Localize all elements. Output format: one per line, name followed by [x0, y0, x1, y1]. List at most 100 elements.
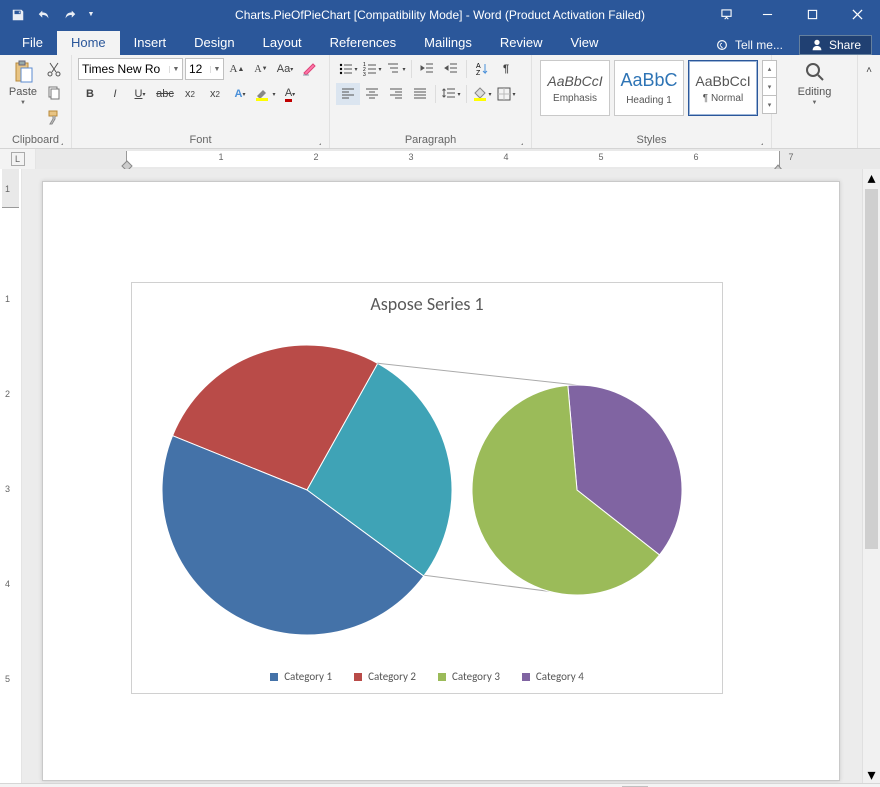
group-label-styles: Styles: [637, 134, 667, 146]
document-area[interactable]: Aspose Series 1 Category 1Category 2Cate…: [22, 169, 862, 783]
tab-selector-icon[interactable]: L: [11, 152, 25, 166]
close-icon[interactable]: [835, 0, 880, 29]
style-normal[interactable]: AaBbCcI ¶ Normal: [688, 60, 758, 116]
chevron-down-icon[interactable]: ▼: [210, 66, 223, 73]
style-emphasis[interactable]: AaBbCcI Emphasis: [540, 60, 610, 116]
undo-icon[interactable]: [32, 3, 56, 27]
paste-button[interactable]: Paste ▼: [6, 58, 40, 106]
group-label-paragraph: Paragraph: [405, 134, 456, 146]
line-spacing-icon[interactable]: ▾: [439, 83, 463, 105]
styles-dialog-launcher[interactable]: [754, 137, 764, 147]
qat-customize-icon[interactable]: ▼: [84, 3, 98, 27]
style-label: ¶ Normal: [703, 93, 743, 104]
legend-swatch: [438, 673, 446, 681]
tab-layout[interactable]: Layout: [249, 31, 316, 55]
window-controls: [707, 0, 880, 29]
tab-mailings[interactable]: Mailings: [410, 31, 486, 55]
strikethrough-icon[interactable]: abc: [153, 83, 177, 105]
collapse-ribbon-icon[interactable]: ˄: [858, 59, 880, 81]
style-preview: AaBbCcI: [547, 73, 602, 89]
ruler-vertical[interactable]: 1 1 2 3 4 5: [0, 169, 22, 783]
redo-icon[interactable]: [58, 3, 82, 27]
svg-text:3: 3: [363, 72, 366, 77]
bullets-icon[interactable]: ▾: [336, 58, 360, 80]
ruler-tick: 3: [408, 152, 413, 162]
group-label-clipboard: Clipboard: [12, 134, 59, 146]
group-editing: Editing ▼: [772, 55, 858, 148]
chart[interactable]: Aspose Series 1 Category 1Category 2Cate…: [131, 282, 723, 694]
font-size-combo[interactable]: ▼: [185, 58, 224, 80]
style-heading1[interactable]: AaBbC Heading 1: [614, 60, 684, 116]
status-bar: Page 1 of 1 0 words English (United Stat…: [0, 783, 880, 787]
superscript-icon[interactable]: x2: [203, 83, 227, 105]
format-painter-icon[interactable]: [43, 106, 65, 128]
font-family-input[interactable]: [79, 59, 169, 79]
clipboard-dialog-launcher[interactable]: [54, 137, 64, 147]
page: Aspose Series 1 Category 1Category 2Cate…: [42, 181, 840, 781]
title-bar: ▼ Charts.PieOfPieChart [Compatibility Mo…: [0, 0, 880, 29]
borders-icon[interactable]: ▾: [494, 83, 518, 105]
align-right-icon[interactable]: [384, 83, 408, 105]
legend-item: Category 4: [522, 670, 584, 683]
subscript-icon[interactable]: x2: [178, 83, 202, 105]
legend-swatch: [522, 673, 530, 681]
align-left-icon[interactable]: [336, 83, 360, 105]
tab-design[interactable]: Design: [180, 31, 248, 55]
ruler-tick: 1: [5, 184, 10, 194]
legend-swatch: [354, 673, 362, 681]
show-marks-icon[interactable]: ¶: [494, 58, 518, 80]
shrink-font-icon[interactable]: A▼: [250, 58, 272, 80]
legend-label: Category 1: [284, 670, 332, 683]
font-color-icon[interactable]: A▾: [278, 83, 302, 105]
save-icon[interactable]: [6, 3, 30, 27]
tab-home[interactable]: Home: [57, 31, 120, 55]
italic-icon[interactable]: I: [103, 83, 127, 105]
font-dialog-launcher[interactable]: [312, 137, 322, 147]
minimize-icon[interactable]: [745, 0, 790, 29]
align-center-icon[interactable]: [360, 83, 384, 105]
increase-indent-icon[interactable]: [439, 58, 463, 80]
scroll-up-icon[interactable]: ▴: [863, 169, 880, 186]
legend-label: Category 4: [536, 670, 584, 683]
tab-file[interactable]: File: [8, 31, 57, 55]
maximize-icon[interactable]: [790, 0, 835, 29]
font-size-input[interactable]: [186, 59, 210, 79]
scroll-down-icon[interactable]: ▾: [863, 766, 880, 783]
shading-icon[interactable]: ▾: [470, 83, 494, 105]
numbering-icon[interactable]: 123▾: [360, 58, 384, 80]
sort-icon[interactable]: AZ: [470, 58, 494, 80]
editing-button[interactable]: Editing ▼: [793, 58, 837, 106]
vertical-scrollbar[interactable]: ▴ ▾: [862, 169, 880, 783]
bold-icon[interactable]: B: [78, 83, 102, 105]
ruler-horizontal[interactable]: L 1 2 3 4 5 6 7: [0, 149, 880, 169]
underline-icon[interactable]: U▾: [128, 83, 152, 105]
grow-font-icon[interactable]: A▲: [226, 58, 248, 80]
tab-insert[interactable]: Insert: [120, 31, 181, 55]
clear-format-icon[interactable]: [298, 58, 320, 80]
change-case-icon[interactable]: Aa▾: [274, 58, 296, 80]
cut-icon[interactable]: [43, 58, 65, 80]
multilevel-icon[interactable]: ▾: [384, 58, 408, 80]
ruler-tick: 3: [5, 484, 10, 494]
highlight-icon[interactable]: ▾: [253, 83, 277, 105]
ruler-tick: 7: [788, 152, 793, 162]
ruler-tick: 5: [5, 674, 10, 684]
tab-view[interactable]: View: [556, 31, 612, 55]
tab-references[interactable]: References: [316, 31, 410, 55]
justify-icon[interactable]: [408, 83, 432, 105]
tell-me-search[interactable]: Tell me...: [715, 38, 783, 52]
tab-review[interactable]: Review: [486, 31, 557, 55]
paragraph-dialog-launcher[interactable]: [514, 137, 524, 147]
chevron-down-icon[interactable]: ▼: [169, 66, 182, 73]
style-label: Emphasis: [553, 93, 597, 104]
copy-icon[interactable]: [43, 82, 65, 104]
share-button[interactable]: Share: [799, 35, 872, 55]
decrease-indent-icon[interactable]: [415, 58, 439, 80]
ruler-tick: 2: [313, 152, 318, 162]
paste-label: Paste: [9, 86, 37, 98]
font-family-combo[interactable]: ▼: [78, 58, 183, 80]
ribbon-options-icon[interactable]: [707, 0, 745, 29]
text-effect-icon[interactable]: A▾: [228, 83, 252, 105]
scrollbar-thumb[interactable]: [865, 189, 878, 549]
style-preview: AaBbC: [620, 70, 677, 91]
